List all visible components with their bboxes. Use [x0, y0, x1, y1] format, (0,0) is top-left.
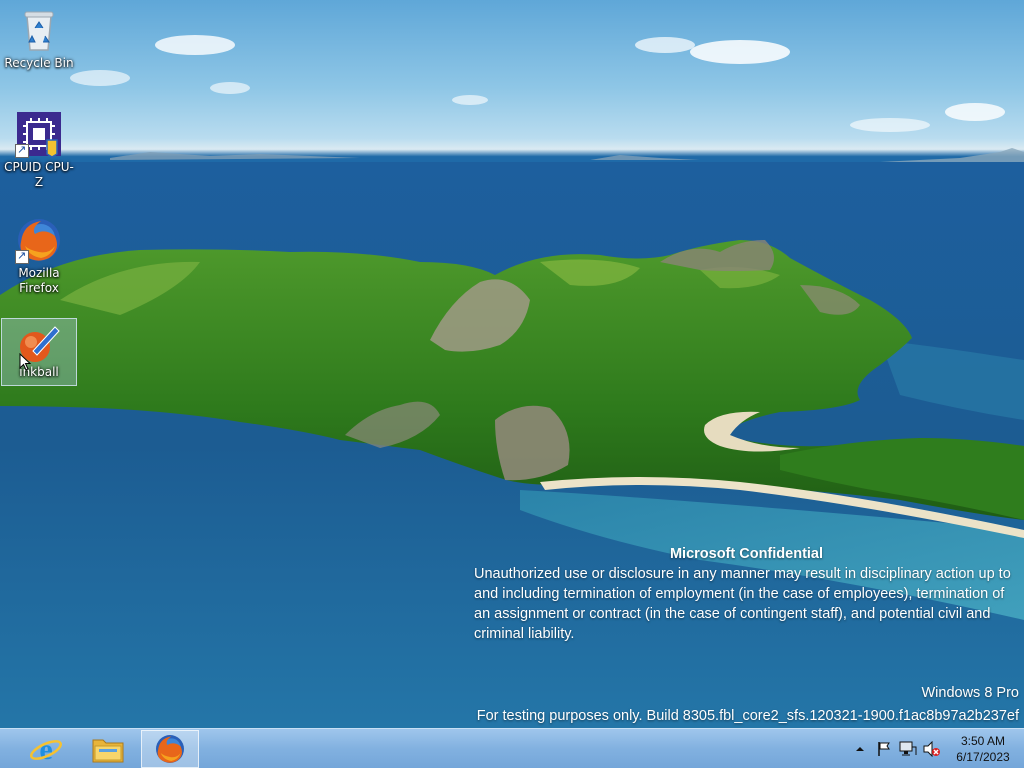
taskbar-file-explorer-button[interactable] [79, 730, 137, 768]
shortcut-arrow-icon [15, 248, 29, 264]
show-hidden-icons-chevron-icon[interactable] [850, 739, 870, 759]
taskbar-firefox-button[interactable] [141, 730, 199, 768]
desktop-icon-label: CPUID CPU-Z [4, 160, 74, 189]
taskbar: e 3:50 AM 6/17/2023 [0, 728, 1024, 768]
desktop-icon-label: Recycle Bin [4, 56, 74, 70]
taskbar-clock[interactable]: 3:50 AM 6/17/2023 [948, 733, 1018, 765]
desktop-icon-cpu-z[interactable]: CPUID CPU-Z [1, 110, 77, 190]
firefox-icon [156, 735, 184, 763]
taskbar-internet-explorer-button[interactable]: e [17, 730, 75, 768]
network-icon[interactable] [898, 739, 918, 759]
notice-body: Unauthorized use or disclosure in any ma… [474, 566, 1011, 642]
desktop-icon-label: Mozilla Firefox [18, 266, 60, 295]
svg-text:e: e [39, 733, 52, 766]
desktop-icon-recycle-bin[interactable]: Recycle Bin [1, 6, 77, 71]
file-explorer-icon [92, 739, 124, 763]
volume-muted-icon[interactable] [922, 739, 942, 759]
internet-explorer-icon: e [30, 733, 62, 766]
action-center-flag-icon[interactable] [874, 739, 894, 759]
mouse-cursor-icon [19, 353, 31, 371]
desktop-icon-inkball[interactable]: inkball [1, 318, 77, 386]
windows-edition-watermark: Windows 8 Pro [921, 685, 1019, 701]
desktop-icon-label: inkball [19, 365, 59, 379]
build-watermark: For testing purposes only. Build 8305.fb… [476, 708, 1019, 724]
recycle-bin-icon [15, 6, 63, 54]
shortcut-arrow-icon [15, 142, 29, 158]
cpu-z-icon [15, 110, 63, 158]
notice-title: Microsoft Confidential [669, 546, 824, 562]
system-tray: 3:50 AM 6/17/2023 [848, 729, 1024, 768]
desktop-icon-firefox[interactable]: Mozilla Firefox [1, 216, 77, 296]
firefox-icon [15, 216, 63, 264]
clock-time: 3:50 AM [960, 734, 1006, 748]
clock-date: 6/17/2023 [956, 750, 1010, 764]
confidential-notice: Microsoft Confidential Unauthorized use … [474, 544, 1019, 644]
